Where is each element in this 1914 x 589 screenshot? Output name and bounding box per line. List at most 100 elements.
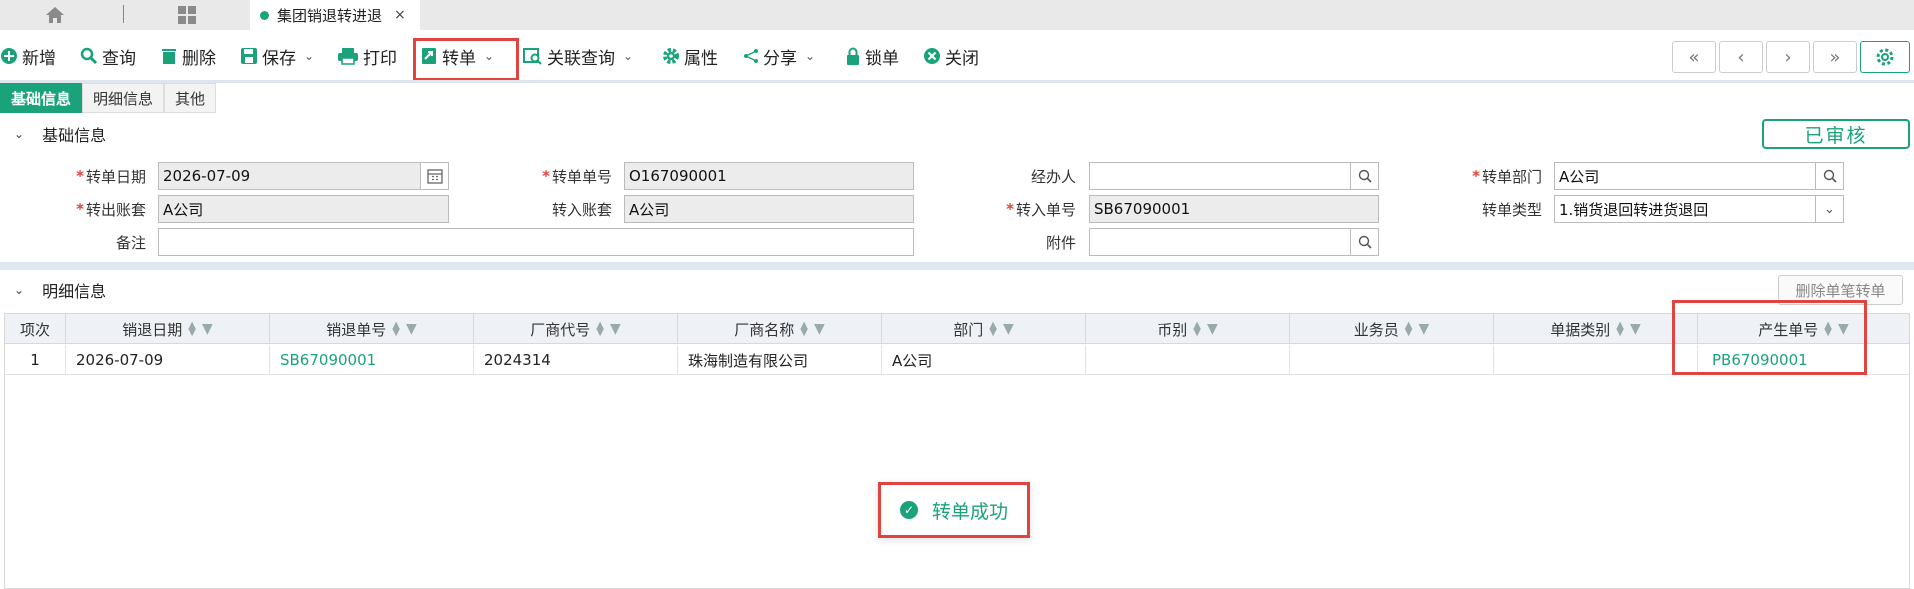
tab-bar: 集团销退转进退 × — [0, 0, 1914, 30]
subtab-other[interactable]: 其他 — [164, 83, 217, 113]
home-icon — [46, 7, 64, 23]
filter-icon[interactable]: ▼ — [1630, 321, 1641, 337]
collapse-chevron-icon[interactable]: ⌄ — [14, 283, 24, 297]
basic-section-header[interactable]: ⌄ 基础信息 — [0, 117, 1914, 151]
sort-icon[interactable]: ▲ ▼ — [800, 321, 808, 338]
cell-return-no-link[interactable]: SB67090001 — [270, 345, 474, 375]
apps-tab[interactable] — [132, 0, 242, 30]
attachment-search-icon[interactable] — [1350, 229, 1378, 255]
sort-icon[interactable]: ▲ ▼ — [1193, 321, 1201, 338]
transfer-no-field[interactable]: O167090001 — [624, 162, 914, 190]
col-header-currency[interactable]: 币别 ▲ ▼ ▼ — [1086, 314, 1290, 344]
sort-icon[interactable]: ▲ ▼ — [989, 321, 997, 338]
remark-field[interactable] — [158, 228, 914, 256]
status-badge: 已审核 — [1762, 119, 1910, 149]
handler-field[interactable] — [1089, 162, 1379, 190]
save-button[interactable]: 保存 ⌄ — [240, 39, 314, 73]
share-icon — [744, 49, 758, 63]
table-row[interactable]: 1 2026-07-09 SB67090001 2024314 珠海制造有限公司… — [5, 345, 1909, 375]
col-header-doc-type[interactable]: 单据类别 ▲ ▼ ▼ — [1494, 314, 1698, 344]
delete-button[interactable]: 删除 — [160, 39, 216, 73]
cell-department: A公司 — [882, 345, 1086, 375]
filter-icon[interactable]: ▼ — [1418, 321, 1429, 337]
attachment-field[interactable] — [1089, 228, 1379, 256]
related-query-button[interactable]: 关联查询 ⌄ — [523, 39, 633, 73]
in-account-label: 转入账套 — [551, 200, 612, 219]
col-header-salesperson[interactable]: 业务员 ▲ ▼ ▼ — [1290, 314, 1494, 344]
handler-label: 经办人 — [1030, 167, 1076, 186]
filter-icon[interactable]: ▼ — [814, 321, 825, 337]
col-header-vendor-code[interactable]: 厂商代号 ▲ ▼ ▼ — [474, 314, 678, 344]
trash-icon — [162, 49, 176, 64]
toast-message: 转单成功 — [931, 500, 1008, 523]
detail-section-header[interactable]: ⌄ 明细信息 — [0, 273, 1914, 307]
cell-index: 1 — [5, 345, 66, 375]
share-button[interactable]: 分享 ⌄ — [743, 39, 815, 73]
section-tabs: 基础信息 明细信息 其他 — [0, 83, 217, 113]
tab-active-document[interactable]: 集团销退转进退 × — [250, 0, 420, 30]
dropdown-chevron-icon[interactable]: ⌄ — [1815, 196, 1843, 222]
chevron-down-icon[interactable]: ⌄ — [304, 49, 314, 63]
home-tab[interactable] — [0, 0, 110, 30]
in-no-field[interactable]: SB67090001 — [1089, 195, 1379, 223]
active-dot-icon — [260, 10, 269, 20]
new-button[interactable]: 新增 — [0, 39, 56, 73]
chevron-down-icon[interactable]: ⌄ — [623, 49, 633, 63]
grid-icon — [178, 6, 196, 24]
transfer-type-label: 转单类型 — [1481, 200, 1542, 219]
sort-icon[interactable]: ▲ ▼ — [1616, 321, 1624, 338]
collapse-chevron-icon[interactable]: ⌄ — [14, 127, 24, 141]
transfer-dept-label: * 转单部门 — [1472, 167, 1542, 186]
transfer-dept-field[interactable]: A公司 — [1554, 162, 1844, 190]
detail-grid: 项次 销退日期 ▲ ▼ ▼ 销退单号 ▲ ▼ ▼ 厂商代号 ▲ ▼ ▼ 厂商名称 ▲ ▼ ▼ 部门 ▲ ▼ ▼… — [4, 313, 1910, 589]
lock-button[interactable]: 锁单 — [845, 39, 899, 73]
subtab-basic[interactable]: 基础信息 — [0, 83, 83, 113]
filter-icon[interactable]: ▼ — [1003, 321, 1014, 337]
subtab-detail[interactable]: 明细信息 — [82, 83, 165, 113]
sort-icon[interactable]: ▲ ▼ — [596, 321, 604, 338]
print-button[interactable]: 打印 — [337, 39, 397, 73]
close-button[interactable]: 关闭 — [923, 39, 979, 73]
properties-button[interactable]: 属性 — [662, 39, 718, 73]
cell-salesperson — [1290, 345, 1494, 375]
settings-button[interactable] — [1860, 41, 1910, 73]
transfer-no-label: * 转单单号 — [542, 167, 612, 186]
sort-icon[interactable]: ▲ ▼ — [392, 321, 400, 338]
sort-icon[interactable]: ▲ ▼ — [1405, 321, 1413, 338]
toolbar: 新增 查询 删除 保存 ⌄ 打印 转单 ⌄ 关联查询 ⌄ 属性 分享 ⌄ 锁单 — [0, 33, 1914, 79]
filter-icon[interactable]: ▼ — [1207, 321, 1218, 337]
chevron-down-icon[interactable]: ⌄ — [805, 49, 815, 63]
transfer-date-field[interactable]: 2026-07-09 — [158, 162, 449, 190]
sort-icon[interactable]: ▲ ▼ — [188, 321, 196, 338]
grid-header: 项次 销退日期 ▲ ▼ ▼ 销退单号 ▲ ▼ ▼ 厂商代号 ▲ ▼ ▼ 厂商名称 ▲ ▼ ▼ 部门 ▲ ▼ ▼… — [5, 314, 1909, 344]
first-record-button[interactable]: « — [1672, 41, 1716, 73]
generated-no-highlight-box — [1672, 300, 1867, 375]
calendar-icon[interactable] — [420, 163, 448, 189]
filter-icon[interactable]: ▼ — [202, 321, 213, 337]
last-record-button[interactable]: » — [1813, 41, 1857, 73]
in-account-field[interactable]: A公司 — [624, 195, 914, 223]
query-button[interactable]: 查询 — [80, 39, 136, 73]
detail-section-title: 明细信息 — [42, 282, 107, 301]
out-account-field[interactable]: A公司 — [158, 195, 449, 223]
next-record-button[interactable]: › — [1766, 41, 1810, 73]
col-header-return-date[interactable]: 销退日期 ▲ ▼ ▼ — [66, 314, 270, 344]
col-header-department[interactable]: 部门 ▲ ▼ ▼ — [882, 314, 1086, 344]
transfer-type-select[interactable]: 1.销货退回转进货退回 ⌄ — [1554, 195, 1844, 223]
dept-search-icon[interactable] — [1815, 163, 1843, 189]
settings-gear-icon — [1876, 48, 1894, 66]
col-header-vendor-name[interactable]: 厂商名称 ▲ ▼ ▼ — [678, 314, 882, 344]
handler-search-icon[interactable] — [1350, 163, 1378, 189]
col-header-return-no[interactable]: 销退单号 ▲ ▼ ▼ — [270, 314, 474, 344]
col-header-index: 项次 — [5, 314, 66, 344]
check-circle-icon: ✓ — [899, 501, 918, 519]
prev-record-button[interactable]: ‹ — [1719, 41, 1763, 73]
filter-icon[interactable]: ▼ — [610, 321, 621, 337]
related-search-icon — [523, 48, 542, 65]
filter-icon[interactable]: ▼ — [406, 321, 417, 337]
cell-currency — [1086, 345, 1290, 375]
tab-close-icon[interactable]: × — [394, 7, 406, 23]
tab-divider — [123, 5, 124, 23]
search-icon — [80, 47, 98, 65]
chevron-left-icon: ‹ — [1737, 46, 1745, 68]
